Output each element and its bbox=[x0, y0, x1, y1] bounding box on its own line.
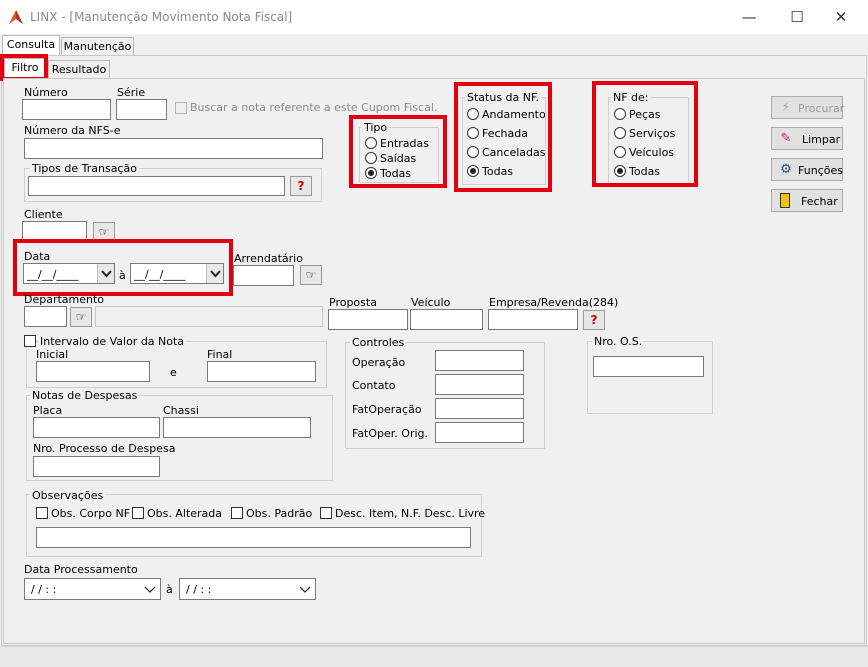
pointing-hand-icon[interactable]: ☞ bbox=[70, 307, 92, 327]
intervalo-checkbox[interactable] bbox=[24, 335, 36, 347]
cupom-label: Buscar a nota referente a este Cupom Fis… bbox=[190, 101, 438, 114]
serie-label: Série bbox=[117, 86, 146, 99]
intervalo-label: Intervalo de Valor da Nota bbox=[38, 335, 187, 348]
obs-padrao-label: Obs. Padrão bbox=[246, 507, 313, 520]
obs-corpo-nf-checkbox[interactable] bbox=[36, 507, 48, 519]
fatoperacao-label: FatOperação bbox=[352, 403, 422, 416]
dp-fim-value: / / : : bbox=[186, 583, 212, 596]
nfse-label: Número da NFS-e bbox=[24, 124, 121, 137]
highlight-filtro bbox=[0, 54, 48, 81]
final-input[interactable] bbox=[207, 361, 316, 382]
tab-manutencao[interactable]: Manutenção bbox=[61, 37, 134, 57]
dp-inicio-combo[interactable]: / / : : bbox=[24, 578, 161, 600]
highlight-data bbox=[13, 239, 233, 296]
procurar-button[interactable]: ⚡ Procurar bbox=[771, 96, 845, 119]
dp-separator: à bbox=[166, 583, 173, 596]
proposta-label: Proposta bbox=[329, 296, 377, 309]
nro-os-input[interactable] bbox=[593, 356, 704, 377]
fechar-button[interactable]: Fechar bbox=[771, 189, 843, 212]
arrendatario-label: Arrendatário bbox=[234, 252, 303, 265]
highlight-nf-de bbox=[592, 81, 698, 187]
tab-consulta[interactable]: Consulta bbox=[2, 35, 60, 56]
lightning-icon: ⚡ bbox=[781, 100, 791, 115]
dp-fim-combo[interactable]: / / : : bbox=[179, 578, 316, 600]
final-label: Final bbox=[207, 348, 233, 361]
inicial-input[interactable] bbox=[36, 361, 150, 382]
departamento-label: Departamento bbox=[24, 293, 105, 306]
status-bar bbox=[0, 646, 868, 667]
tab-resultado[interactable]: Resultado bbox=[48, 60, 110, 80]
funcoes-label: Funções bbox=[798, 164, 843, 177]
operacao-label: Operação bbox=[352, 356, 406, 369]
obs-alterada-checkbox[interactable] bbox=[132, 507, 144, 519]
close-button[interactable]: ✕ bbox=[818, 4, 864, 30]
nro-os-group bbox=[587, 341, 713, 414]
obs-padrao-checkbox[interactable] bbox=[231, 507, 243, 519]
highlight-tipo bbox=[349, 115, 447, 188]
nro-processo-input[interactable] bbox=[33, 456, 160, 477]
proposta-input[interactable] bbox=[328, 309, 408, 330]
tools-icon: ⚙ bbox=[780, 162, 792, 177]
fatoper-orig-input[interactable] bbox=[435, 422, 524, 443]
controles-title: Controles bbox=[350, 336, 407, 349]
window-title: LINX - [Manutenção Movimento Nota Fiscal… bbox=[30, 10, 293, 24]
limpar-label: Limpar bbox=[802, 133, 841, 146]
veiculo-label: Veículo bbox=[411, 296, 451, 309]
placa-input[interactable] bbox=[33, 417, 160, 438]
chassi-label: Chassi bbox=[163, 404, 199, 417]
cupom-checkbox[interactable] bbox=[175, 102, 187, 114]
obs-desc-item-checkbox[interactable] bbox=[320, 507, 332, 519]
departamento-input[interactable] bbox=[24, 306, 67, 327]
door-exit-icon bbox=[780, 193, 790, 208]
empresa-label: Empresa/Revenda(284) bbox=[489, 296, 619, 309]
highlight-status-nf bbox=[454, 82, 552, 192]
e-label: e bbox=[170, 366, 177, 379]
contato-input[interactable] bbox=[435, 374, 524, 395]
contato-label: Contato bbox=[352, 379, 396, 392]
funcoes-button[interactable]: ⚙ Funções bbox=[771, 158, 843, 181]
chevron-down-icon[interactable] bbox=[298, 581, 312, 597]
chassi-input[interactable] bbox=[163, 417, 311, 438]
arrendatario-input[interactable] bbox=[233, 265, 294, 286]
data-processamento-label: Data Processamento bbox=[24, 563, 138, 576]
nro-processo-label: Nro. Processo de Despesa bbox=[33, 442, 176, 455]
placa-label: Placa bbox=[33, 404, 63, 417]
serie-input[interactable] bbox=[116, 99, 167, 120]
cliente-label: Cliente bbox=[24, 208, 63, 221]
linx-logo-icon bbox=[9, 10, 23, 24]
inicial-label: Inicial bbox=[36, 348, 69, 361]
fechar-label: Fechar bbox=[801, 195, 838, 208]
obs-corpo-nf-label: Obs. Corpo NF bbox=[51, 507, 131, 520]
tipos-transacao-input[interactable] bbox=[28, 176, 285, 196]
observacoes-input[interactable] bbox=[36, 527, 471, 548]
procurar-label: Procurar bbox=[798, 102, 845, 115]
nfse-input[interactable] bbox=[24, 138, 323, 159]
question-icon[interactable]: ? bbox=[290, 176, 312, 196]
dp-inicio-value: / / : : bbox=[31, 583, 57, 596]
fatoper-orig-label: FatOper. Orig. bbox=[352, 427, 429, 440]
pointing-hand-icon[interactable]: ☞ bbox=[300, 265, 322, 285]
obs-alterada-label: Obs. Alterada bbox=[147, 507, 223, 520]
maximize-button[interactable]: ☐ bbox=[774, 4, 820, 30]
veiculo-input[interactable] bbox=[410, 309, 483, 330]
title-bar: LINX - [Manutenção Movimento Nota Fiscal… bbox=[0, 0, 868, 34]
limpar-button[interactable]: ✎ Limpar bbox=[771, 127, 843, 150]
question-icon[interactable]: ? bbox=[583, 310, 605, 330]
fatoperacao-input[interactable] bbox=[435, 398, 524, 419]
chevron-down-icon[interactable] bbox=[143, 581, 157, 597]
numero-input[interactable] bbox=[22, 99, 111, 120]
minimize-button[interactable]: — bbox=[726, 4, 772, 30]
operacao-input[interactable] bbox=[435, 350, 524, 371]
observacoes-title: Observações bbox=[30, 489, 106, 502]
obs-desc-item-label: Desc. Item, N.F. Desc. Livre bbox=[335, 507, 486, 520]
tipos-transacao-label: Tipos de Transação bbox=[30, 162, 139, 175]
eraser-icon: ✎ bbox=[780, 131, 792, 146]
departamento-desc bbox=[95, 306, 323, 327]
notas-despesas-label: Notas de Despesas bbox=[30, 389, 140, 402]
numero-label: Número bbox=[24, 86, 68, 99]
nro-os-label: Nro. O.S. bbox=[592, 335, 645, 348]
empresa-input[interactable] bbox=[488, 309, 578, 330]
